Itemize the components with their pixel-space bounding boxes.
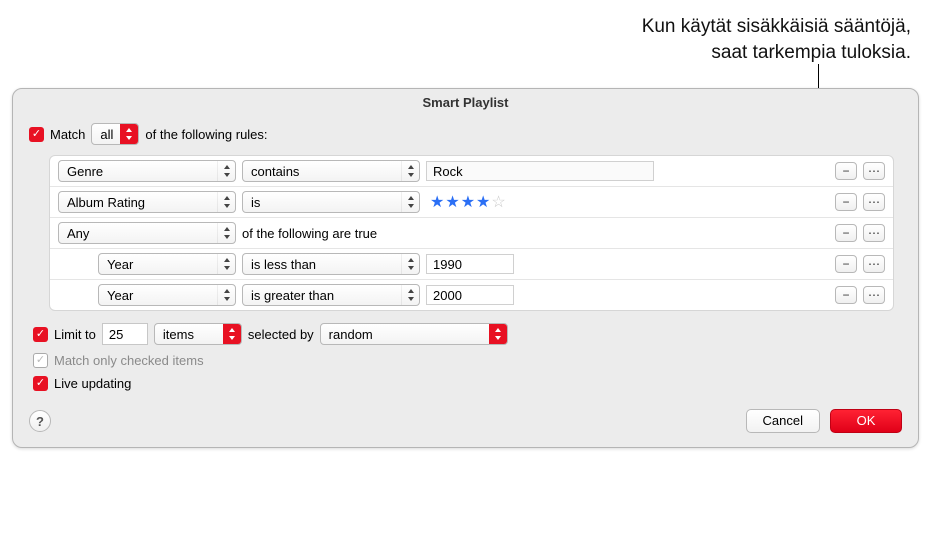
rule-options-button[interactable]: ⋯ bbox=[863, 286, 885, 304]
limit-count-input[interactable] bbox=[102, 323, 148, 345]
smart-playlist-dialog: Smart Playlist ✓ Match all of the follow… bbox=[12, 88, 919, 448]
rule-value-input[interactable] bbox=[426, 254, 514, 274]
chevron-updown-icon bbox=[217, 192, 235, 212]
match-row: ✓ Match all of the following rules: bbox=[29, 123, 902, 145]
match-checked-checkbox: ✓ bbox=[33, 353, 48, 368]
annotation-line1: Kun käytät sisäkkäisiä sääntöjä, bbox=[642, 14, 911, 40]
rule-field-select[interactable]: Album Rating bbox=[58, 191, 236, 213]
rule-field-select[interactable]: Year bbox=[98, 253, 236, 275]
cancel-button[interactable]: Cancel bbox=[746, 409, 820, 433]
rule-group-row: Any of the following are true − ⋯ bbox=[50, 218, 893, 249]
chevron-updown-icon bbox=[217, 223, 235, 243]
dialog-footer: ? Cancel OK bbox=[13, 399, 918, 433]
rule-operator-select[interactable]: is greater than bbox=[242, 284, 420, 306]
match-mode-select[interactable]: all bbox=[91, 123, 139, 145]
rule-field-value: Year bbox=[107, 288, 133, 303]
match-checkbox[interactable]: ✓ bbox=[29, 127, 44, 142]
chevron-updown-icon bbox=[217, 161, 235, 181]
rule-operator-select[interactable]: is bbox=[242, 191, 420, 213]
rule-operator-value: is greater than bbox=[251, 288, 334, 303]
rule-options-button[interactable]: ⋯ bbox=[863, 162, 885, 180]
match-checked-label: Match only checked items bbox=[54, 353, 204, 368]
limit-by-select[interactable]: random bbox=[320, 323, 508, 345]
chevron-updown-icon bbox=[401, 161, 419, 181]
annotation-line2: saat tarkempia tuloksia. bbox=[642, 40, 911, 66]
annotation-text: Kun käytät sisäkkäisiä sääntöjä, saat ta… bbox=[642, 14, 911, 65]
rule-options-button[interactable]: ⋯ bbox=[863, 255, 885, 273]
chevron-updown-icon bbox=[401, 254, 419, 274]
chevron-updown-icon bbox=[120, 124, 138, 144]
limit-unit-value: items bbox=[163, 327, 194, 342]
chevron-updown-icon bbox=[489, 324, 507, 344]
nested-rule-row: Year is less than − ⋯ bbox=[50, 249, 893, 280]
rule-field-value: Genre bbox=[67, 164, 103, 179]
rule-value-input[interactable] bbox=[426, 285, 514, 305]
limit-checkbox[interactable]: ✓ bbox=[33, 327, 48, 342]
rule-field-select[interactable]: Any bbox=[58, 222, 236, 244]
limit-unit-select[interactable]: items bbox=[154, 323, 242, 345]
remove-rule-button[interactable]: − bbox=[835, 255, 857, 273]
nested-rule-row: Year is greater than − ⋯ bbox=[50, 280, 893, 310]
remove-rule-button[interactable]: − bbox=[835, 193, 857, 211]
match-mode-value: all bbox=[100, 127, 113, 142]
remove-rule-button[interactable]: − bbox=[835, 224, 857, 242]
rule-operator-value: is less than bbox=[251, 257, 316, 272]
limit-by-label: selected by bbox=[248, 327, 314, 342]
live-updating-checkbox[interactable]: ✓ bbox=[33, 376, 48, 391]
limit-label: Limit to bbox=[54, 327, 96, 342]
live-updating-label: Live updating bbox=[54, 376, 131, 391]
rule-field-select[interactable]: Genre bbox=[58, 160, 236, 182]
rule-options-button[interactable]: ⋯ bbox=[863, 224, 885, 242]
chevron-updown-icon bbox=[401, 192, 419, 212]
rules-list: Genre contains − ⋯ Album Rating is bbox=[49, 155, 894, 311]
limit-by-value: random bbox=[329, 327, 373, 342]
star-rating[interactable]: ★★★★☆ bbox=[426, 192, 507, 212]
limit-row: ✓ Limit to items selected by random bbox=[33, 323, 902, 345]
chevron-updown-icon bbox=[401, 285, 419, 305]
match-prefix: Match bbox=[50, 127, 85, 142]
rule-operator-value: is bbox=[251, 195, 260, 210]
rule-group-suffix: of the following are true bbox=[242, 226, 377, 241]
rule-row: Album Rating is ★★★★☆ − ⋯ bbox=[50, 187, 893, 218]
match-checked-row: ✓ Match only checked items bbox=[33, 353, 902, 368]
ok-button[interactable]: OK bbox=[830, 409, 902, 433]
rule-field-value: Any bbox=[67, 226, 89, 241]
rule-operator-select[interactable]: is less than bbox=[242, 253, 420, 275]
rule-field-value: Album Rating bbox=[67, 195, 145, 210]
remove-rule-button[interactable]: − bbox=[835, 286, 857, 304]
chevron-updown-icon bbox=[217, 285, 235, 305]
dialog-title: Smart Playlist bbox=[13, 89, 918, 115]
chevron-updown-icon bbox=[223, 324, 241, 344]
rule-field-select[interactable]: Year bbox=[98, 284, 236, 306]
match-suffix: of the following rules: bbox=[145, 127, 267, 142]
rule-row: Genre contains − ⋯ bbox=[50, 156, 893, 187]
chevron-updown-icon bbox=[217, 254, 235, 274]
rule-value-input[interactable] bbox=[426, 161, 654, 181]
help-button[interactable]: ? bbox=[29, 410, 51, 432]
rule-field-value: Year bbox=[107, 257, 133, 272]
rule-operator-value: contains bbox=[251, 164, 299, 179]
rule-options-button[interactable]: ⋯ bbox=[863, 193, 885, 211]
rule-operator-select[interactable]: contains bbox=[242, 160, 420, 182]
live-updating-row: ✓ Live updating bbox=[33, 376, 902, 391]
remove-rule-button[interactable]: − bbox=[835, 162, 857, 180]
